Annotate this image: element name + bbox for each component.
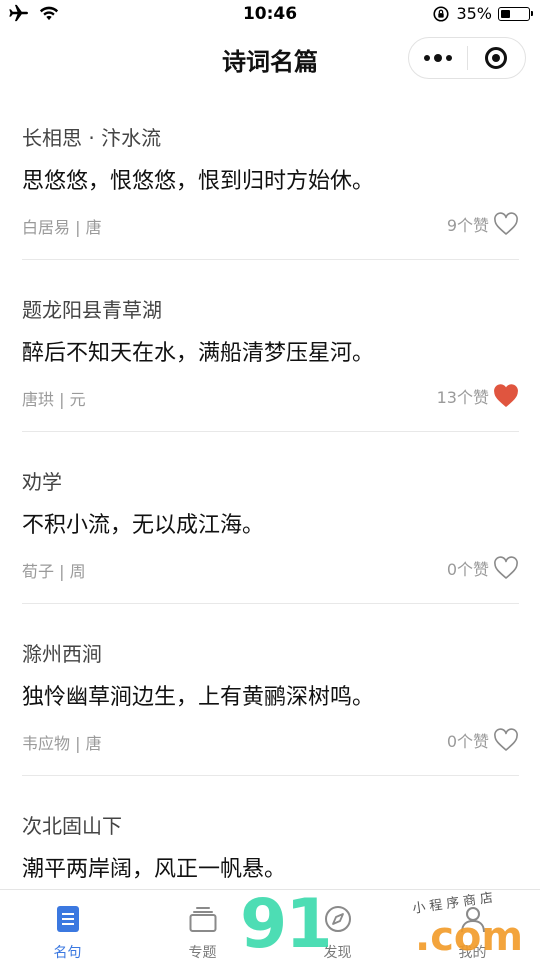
close-target-icon	[485, 47, 508, 69]
like-control[interactable]: 13个赞	[437, 384, 519, 408]
like-control[interactable]: 0个赞	[447, 556, 519, 580]
person-icon	[460, 907, 485, 933]
like-count: 0个赞	[446, 732, 489, 751]
poem-line: 醉后不知天在水，满船清梦压星河。	[22, 341, 375, 366]
like-count: 9个赞	[446, 216, 489, 235]
tab-bar: 名句 专题 发现 我的	[0, 889, 540, 961]
tab-discover[interactable]: 发现	[270, 890, 405, 961]
more-dot-icon	[445, 55, 452, 61]
tab-label: 我的	[458, 945, 487, 961]
tab-label: 名句	[53, 945, 82, 961]
more-dot-icon	[433, 54, 442, 62]
mini-program-capsule	[408, 37, 526, 79]
poem-card[interactable]: 劝学 不积小流，无以成江海。 荀子 | 周 0个赞	[22, 432, 519, 604]
stack-icon	[189, 907, 216, 932]
poem-line: 不积小流，无以成江海。	[22, 513, 265, 538]
tab-topics[interactable]: 专题	[135, 890, 270, 961]
battery-icon	[498, 6, 533, 21]
like-count: 0个赞	[446, 560, 489, 579]
heart-outline-icon[interactable]	[493, 728, 519, 752]
battery-level	[501, 9, 510, 18]
more-button[interactable]	[409, 38, 467, 78]
poem-title: 题龙阳县青草湖	[22, 298, 162, 322]
poem-line: 潮平两岸阔，风正一帆悬。	[22, 857, 287, 882]
document-icon	[56, 906, 79, 932]
poem-line: 独怜幽草涧边生，上有黄鹂深树鸣。	[22, 685, 375, 710]
poem-title: 劝学	[22, 470, 62, 494]
heart-filled-icon[interactable]	[493, 384, 519, 408]
nav-bar: 诗词名篇	[0, 30, 540, 88]
like-count: 13个赞	[436, 388, 489, 407]
poem-author: 荀子 | 周	[22, 562, 86, 581]
poem-title: 滁州西涧	[22, 642, 102, 666]
heart-outline-icon[interactable]	[493, 556, 519, 580]
poem-card[interactable]: 滁州西涧 独怜幽草涧边生，上有黄鹂深树鸣。 韦应物 | 唐 0个赞	[22, 604, 519, 776]
poem-title: 长相思 · 汴水流	[22, 126, 162, 150]
poem-line: 思悠悠，恨悠悠，恨到归时方始休。	[22, 169, 375, 194]
poem-author: 韦应物 | 唐	[22, 734, 102, 753]
heart-outline-icon[interactable]	[493, 212, 519, 236]
poem-title: 次北固山下	[22, 814, 122, 838]
poem-author: 白居易 | 唐	[22, 218, 102, 237]
poem-list: 长相思 · 汴水流 思悠悠，恨悠悠，恨到归时方始休。 白居易 | 唐 9个赞 题…	[22, 88, 519, 888]
tab-label: 发现	[323, 945, 352, 961]
like-control[interactable]: 0个赞	[447, 728, 519, 752]
battery-percent: 35%	[456, 4, 492, 23]
tab-label: 专题	[188, 945, 217, 961]
tab-mine[interactable]: 我的	[405, 890, 540, 961]
orientation-lock-icon	[433, 5, 449, 22]
like-control[interactable]: 9个赞	[447, 212, 519, 236]
tab-famous-lines[interactable]: 名句	[0, 890, 135, 961]
poem-card[interactable]: 长相思 · 汴水流 思悠悠，恨悠悠，恨到归时方始休。 白居易 | 唐 9个赞	[22, 88, 519, 260]
status-bar: 10:46 35%	[0, 0, 540, 30]
poem-author: 唐珙 | 元	[22, 390, 86, 409]
close-button[interactable]	[467, 38, 525, 78]
status-right: 35%	[432, 4, 533, 23]
poem-card[interactable]: 次北固山下 潮平两岸阔，风正一帆悬。	[22, 776, 519, 888]
compass-icon	[324, 906, 351, 932]
poem-card[interactable]: 题龙阳县青草湖 醉后不知天在水，满船清梦压星河。 唐珙 | 元 13个赞	[22, 260, 519, 432]
more-dot-icon	[423, 55, 430, 61]
